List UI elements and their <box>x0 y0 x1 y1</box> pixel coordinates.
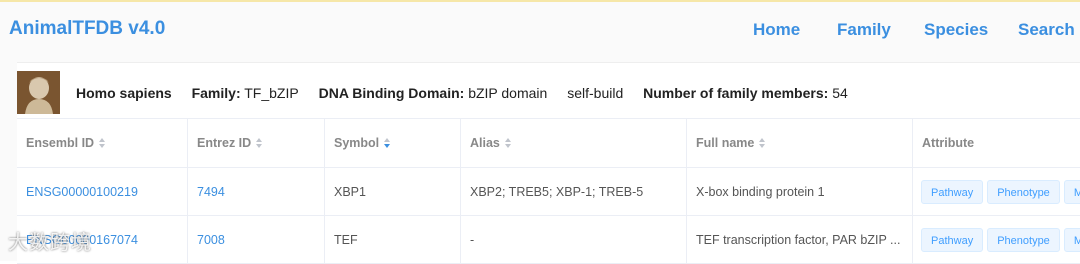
mutation-tag[interactable]: Mu <box>1063 227 1080 252</box>
sort-icon[interactable] <box>99 138 106 148</box>
nav-species[interactable]: Species <box>924 20 988 40</box>
source-text: self-build <box>567 85 624 101</box>
nav-home[interactable]: Home <box>753 20 800 40</box>
species-avatar <box>17 71 60 114</box>
sort-icon[interactable] <box>759 138 766 148</box>
entrez-link[interactable]: 7008 <box>197 233 225 247</box>
members-label: Number of family members: <box>643 85 829 101</box>
table-header-row: Ensembl ID Entrez ID Symbol Alias Full n… <box>17 118 1080 168</box>
fullname-cell: X-box binding protein 1 <box>696 184 825 199</box>
entrez-link[interactable]: 7494 <box>197 185 225 199</box>
nav-family[interactable]: Family <box>837 20 891 40</box>
alias-cell: - <box>470 232 475 247</box>
members-value: 54 <box>832 85 848 101</box>
dbd-label: DNA Binding Domain: <box>318 85 465 101</box>
navbar: AnimalTFDB v4.0 Home Family Species Sear… <box>0 2 1080 56</box>
sort-icon[interactable] <box>384 138 391 148</box>
dbd-value: bZIP domain <box>468 85 548 101</box>
nav-search[interactable]: Search <box>1018 20 1075 40</box>
family-info-bar: Homo sapiens Family: TF_bZIP DNA Binding… <box>76 85 864 101</box>
family-value: TF_bZIP <box>244 85 299 101</box>
members-table: Ensembl ID Entrez ID Symbol Alias Full n… <box>17 118 1080 264</box>
watermark: 大数跨境 <box>8 232 92 254</box>
sort-icon[interactable] <box>256 138 263 148</box>
col-header-fullname[interactable]: Full name <box>687 119 913 167</box>
species-name: Homo sapiens <box>76 85 172 101</box>
col-header-attribute: Attribute <box>922 136 975 150</box>
table-row: ENSG00000167074 7008 TEF - TEF transcrip… <box>17 216 1080 264</box>
mutation-tag[interactable]: Mu <box>1063 179 1080 204</box>
col-header-entrez[interactable]: Entrez ID <box>188 119 325 167</box>
phenotype-tag[interactable]: Phenotype <box>987 227 1060 252</box>
symbol-cell: TEF <box>334 232 358 247</box>
family-label: Family: <box>191 85 241 101</box>
fullname-cell: TEF transcription factor, PAR bZIP ... <box>696 232 901 247</box>
pathway-tag[interactable]: Pathway <box>921 179 984 204</box>
pathway-tag[interactable]: Pathway <box>921 227 984 252</box>
brand-logo[interactable]: AnimalTFDB v4.0 <box>9 18 165 40</box>
alias-cell: XBP2; TREB5; XBP-1; TREB-5 <box>470 184 644 199</box>
col-header-alias[interactable]: Alias <box>461 119 687 167</box>
phenotype-tag[interactable]: Phenotype <box>987 179 1060 204</box>
sort-icon[interactable] <box>504 138 511 148</box>
symbol-cell: XBP1 <box>334 184 366 199</box>
table-row: ENSG00000100219 7494 XBP1 XBP2; TREB5; X… <box>17 168 1080 216</box>
col-header-symbol[interactable]: Symbol <box>325 119 461 167</box>
col-header-ensembl[interactable]: Ensembl ID <box>17 119 188 167</box>
ensembl-link[interactable]: ENSG00000100219 <box>26 185 138 199</box>
